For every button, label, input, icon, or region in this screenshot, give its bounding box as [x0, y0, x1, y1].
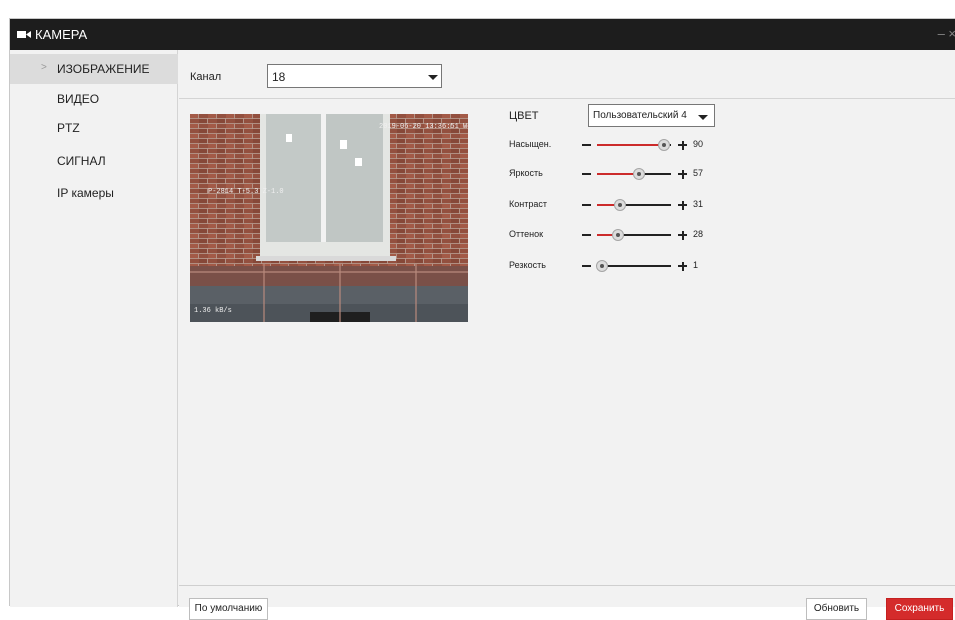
osd-bitrate: 1.36 kB/s [194, 307, 232, 315]
slider-label: Резкость [509, 260, 546, 270]
slider-track[interactable] [595, 260, 671, 272]
slider-value: 90 [693, 139, 704, 149]
minus-icon[interactable] [582, 204, 591, 206]
divider [179, 98, 955, 99]
slider-value: 28 [693, 229, 704, 239]
sidebar-item-label: ИЗОБРАЖЕНИЕ [57, 62, 150, 76]
window-title: КАМЕРА [35, 27, 88, 42]
slider-value: 31 [693, 199, 704, 209]
default-button[interactable]: По умолчанию [189, 598, 268, 620]
slider-label: Яркость [509, 168, 543, 178]
sidebar-item-label: PTZ [57, 121, 80, 135]
sidebar-item-ptz[interactable]: PTZ [10, 113, 178, 143]
sidebar-item-label: СИГНАЛ [57, 154, 106, 168]
sidebar-item-signal[interactable]: СИГНАЛ [10, 146, 178, 176]
chevron-down-icon [428, 75, 438, 80]
footer-divider [179, 585, 955, 586]
channel-select-value: 18 [272, 70, 286, 84]
color-preset-select[interactable]: Пользовательский 4 [588, 104, 715, 127]
sidebar-item-label: ВИДЕО [57, 92, 100, 106]
title-bar: КАМЕРА – × [10, 19, 955, 50]
sidebar-item-video[interactable]: ВИДЕО [10, 84, 178, 114]
image-settings-panel: Канал 18 2019-06-20 13:36:51 Wed P-2814 … [179, 50, 955, 620]
osd-timestamp: 2019-06-20 13:36:51 Wed [379, 123, 468, 131]
slider-handle[interactable] [657, 139, 670, 151]
slider-sharpness: Резкость 1 [509, 256, 709, 276]
slider-handle[interactable] [611, 229, 624, 241]
refresh-button[interactable]: Обновить [806, 598, 867, 620]
channel-select[interactable]: 18 [267, 64, 442, 88]
camera-preview: 2019-06-20 13:36:51 Wed P-2814 T-5.3 Z-1… [190, 114, 468, 322]
sidebar-item-image[interactable]: > ИЗОБРАЖЕНИЕ [10, 54, 178, 84]
slider-value: 1 [693, 260, 699, 270]
video-camera-icon [17, 31, 31, 38]
camera-settings-window: КАМЕРА – × > ИЗОБРАЖЕНИЕ ВИДЕО PTZ СИГНА… [9, 18, 955, 620]
channel-label: Канал [190, 71, 222, 83]
plus-icon[interactable] [681, 140, 684, 150]
chevron-down-icon [698, 115, 708, 120]
plus-icon[interactable] [681, 169, 684, 179]
slider-track[interactable] [597, 199, 671, 211]
slider-track[interactable] [597, 168, 671, 180]
plus-icon[interactable] [681, 230, 684, 240]
minus-icon[interactable] [582, 234, 591, 236]
slider-handle[interactable] [633, 168, 646, 180]
slider-brightness: Яркость 57 [509, 164, 709, 184]
window-controls[interactable]: – × [938, 26, 955, 41]
osd-location: P-2814 T-5.3 Z-1.0 [208, 188, 284, 196]
slider-hue: Оттенок 28 [509, 225, 709, 245]
slider-track[interactable] [597, 229, 671, 241]
slider-label: Оттенок [509, 229, 544, 239]
sidebar-item-ip-cameras[interactable]: IP камеры [10, 178, 178, 208]
chevron-right-icon: > [41, 62, 47, 73]
save-button[interactable]: Сохранить [886, 598, 953, 620]
camera-preview-image [190, 114, 468, 322]
slider-contrast: Контраст 31 [509, 195, 709, 215]
slider-track[interactable] [597, 139, 671, 151]
minus-icon[interactable] [582, 265, 591, 267]
minus-icon[interactable] [582, 173, 591, 175]
slider-handle[interactable] [595, 260, 608, 272]
slider-handle[interactable] [613, 199, 626, 211]
slider-saturation: Насыщен. 90 [509, 135, 709, 155]
slider-fill [597, 144, 664, 146]
plus-icon[interactable] [681, 200, 684, 210]
slider-label: Контраст [509, 199, 547, 209]
color-select-value: Пользовательский 4 [593, 110, 687, 121]
plus-icon[interactable] [681, 261, 684, 271]
minus-icon[interactable] [582, 144, 591, 146]
slider-label: Насыщен. [509, 139, 552, 149]
sidebar-item-label: IP камеры [57, 186, 114, 200]
color-label: ЦВЕТ [509, 110, 539, 122]
slider-value: 57 [693, 168, 704, 178]
sidebar: > ИЗОБРАЖЕНИЕ ВИДЕО PTZ СИГНАЛ IP камеры [10, 50, 178, 607]
